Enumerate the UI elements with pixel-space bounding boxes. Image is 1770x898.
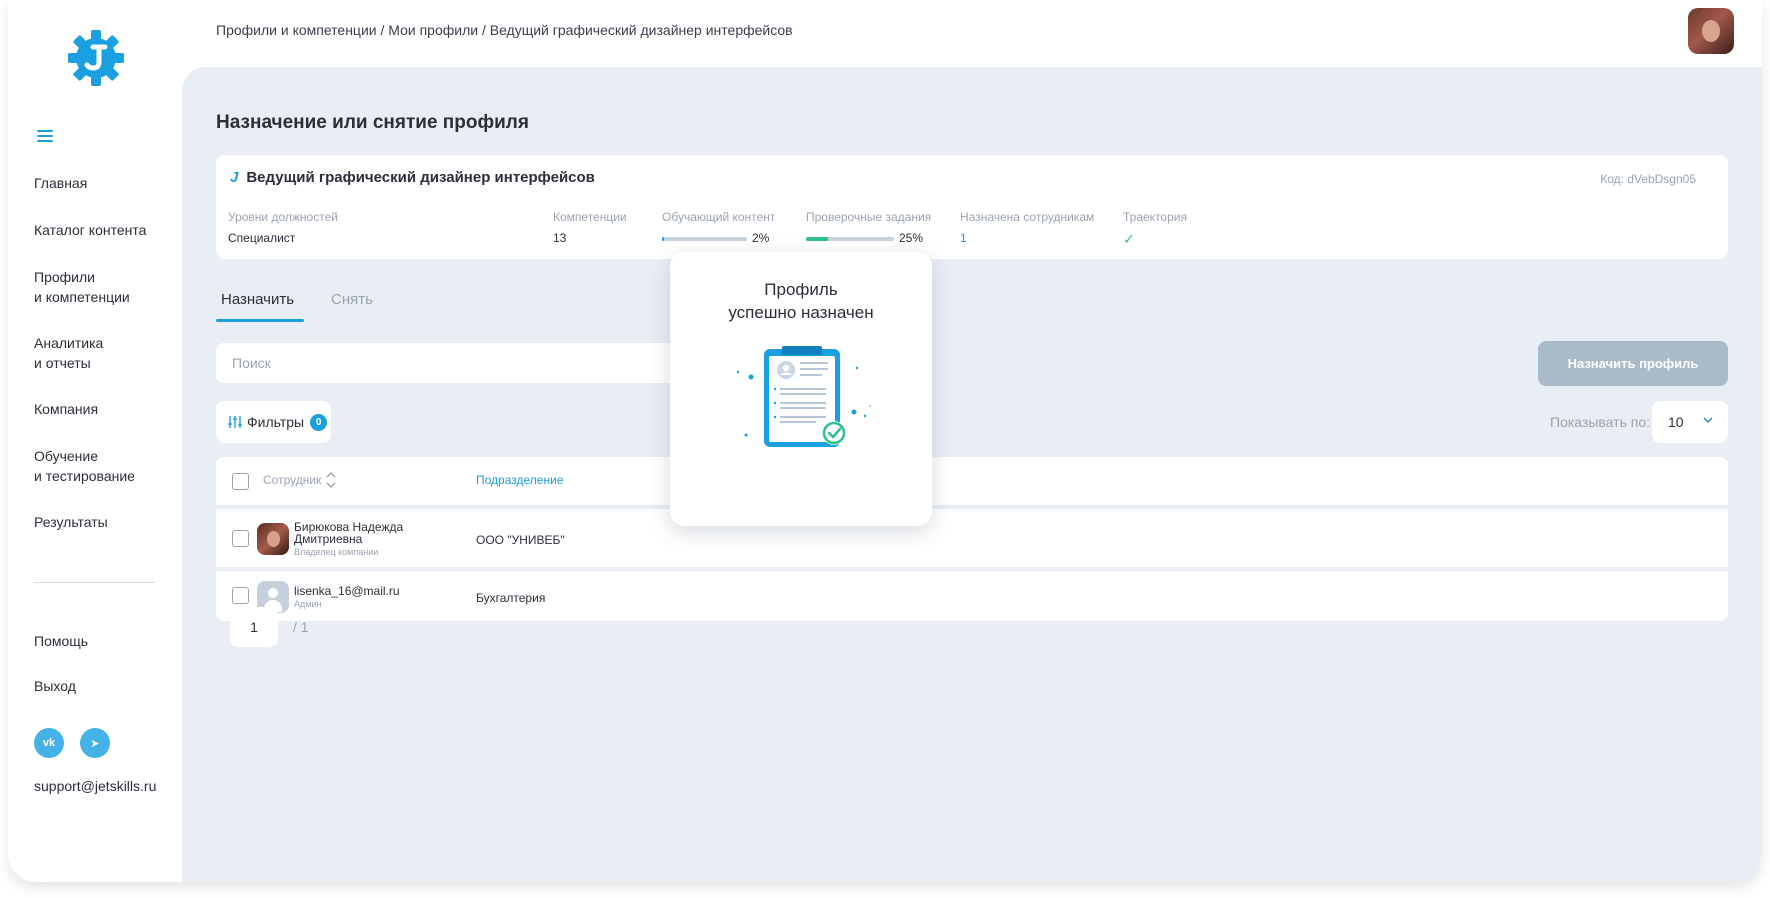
row-checkbox[interactable] — [232, 530, 249, 547]
competencies-value: 13 — [553, 231, 567, 245]
table-row[interactable]: Бирюкова Надежда Дмитриевна Владелец ком… — [216, 509, 1728, 567]
help-link[interactable]: Помощь — [34, 633, 88, 649]
content-progress-fill — [662, 237, 664, 241]
content-progress-bar — [662, 237, 747, 241]
tab-assign[interactable]: Назначить — [221, 291, 294, 308]
tab-remove[interactable]: Снять — [331, 291, 373, 308]
telegram-icon[interactable]: ➤ — [80, 728, 110, 758]
page-size-value: 10 — [1668, 414, 1684, 430]
support-email-link[interactable]: support@jetskills.ru — [34, 778, 156, 794]
page-title: Назначение или снятие профиля — [216, 112, 529, 133]
page-number-input[interactable]: 1 — [230, 607, 278, 647]
user-avatar[interactable] — [1688, 8, 1734, 54]
assigned-count-link[interactable]: 1 — [960, 231, 967, 245]
employee-department: Бухгалтерия — [476, 591, 546, 605]
table-row[interactable]: lisenka_16@mail.ru Админ Бухгалтерия — [216, 571, 1728, 621]
sidebar-item-results[interactable]: Результаты — [34, 512, 108, 532]
content-percent: 2% — [752, 231, 770, 245]
clipboard-success-icon — [736, 346, 871, 447]
employee-role: Админ — [294, 599, 322, 609]
sidebar-item-analytics[interactable]: Аналитика и отчеты — [34, 333, 103, 373]
header-employee[interactable]: Сотрудник — [263, 473, 321, 487]
tasks-progress-fill — [806, 237, 828, 241]
profile-logo-icon: J — [230, 169, 239, 186]
sidebar-item-catalog[interactable]: Каталог контента — [34, 220, 146, 240]
employee-role: Владелец компании — [294, 547, 379, 557]
select-all-checkbox[interactable] — [232, 473, 249, 490]
trajectory-label: Траектория — [1123, 210, 1187, 224]
chevron-down-icon — [1703, 417, 1713, 424]
modal-title: Профиль успешно назначен — [728, 280, 874, 322]
page-size-label: Показывать по: — [1550, 414, 1651, 430]
profile-title: J Ведущий графический дизайнер интерфейс… — [230, 169, 595, 186]
levels-value: Специалист — [228, 231, 296, 245]
page-size-select[interactable]: 10 — [1652, 401, 1728, 443]
sidebar-item-company[interactable]: Компания — [34, 399, 98, 419]
menu-toggle-icon[interactable] — [37, 130, 53, 144]
logout-link[interactable]: Выход — [34, 678, 76, 694]
sidebar-item-profiles[interactable]: Профили и компетенции — [34, 267, 130, 307]
profile-card: J Ведущий графический дизайнер интерфейс… — [216, 155, 1728, 259]
content-label: Обучающий контент — [662, 210, 776, 224]
employee-name: lisenka_16@mail.ru — [294, 584, 400, 598]
sort-icon[interactable] — [326, 471, 336, 489]
assign-profile-button[interactable]: Назначить профиль — [1538, 341, 1728, 386]
table-header: Сотрудник Подразделение — [216, 457, 1728, 505]
page-total: / 1 — [293, 619, 309, 635]
sidebar-divider — [34, 582, 155, 583]
employee-name: Бирюкова Надежда Дмитриевна — [294, 520, 404, 546]
competencies-label: Компетенции — [553, 210, 627, 224]
profile-code: Код: dVebDsgn05 — [1600, 172, 1696, 186]
active-tab-indicator — [216, 319, 304, 322]
sidebar-item-home[interactable]: Главная — [34, 173, 87, 193]
assigned-label: Назначена сотрудникам — [960, 210, 1095, 224]
jetskills-logo[interactable] — [65, 27, 127, 89]
avatar — [257, 523, 289, 555]
filters-label: Фильтры — [247, 414, 305, 430]
header-department[interactable]: Подразделение — [476, 473, 563, 487]
trajectory-check-icon: ✓ — [1123, 231, 1135, 247]
sidebar-item-learning[interactable]: Обучение и тестирование — [34, 446, 135, 486]
row-checkbox[interactable] — [232, 587, 249, 604]
filters-button[interactable]: Фильтры 0 — [216, 401, 331, 443]
filters-icon — [228, 416, 242, 428]
filters-count-badge: 0 — [310, 413, 328, 431]
main-content: Назначение или снятие профиля J Ведущий … — [182, 67, 1762, 882]
tasks-percent: 25% — [899, 231, 924, 245]
sidebar: Главная Каталог контента Профили и компе… — [8, 0, 182, 882]
profile-name: Ведущий графический дизайнер интерфейсов — [246, 169, 595, 186]
success-modal: Профиль успешно назначен — [670, 252, 932, 526]
vk-icon[interactable]: vk — [34, 728, 64, 758]
employee-department: ООО "УНИВЕБ" — [476, 533, 565, 547]
tasks-label: Проверочные задания — [806, 210, 932, 224]
levels-label: Уровни должностей — [228, 210, 338, 224]
breadcrumb[interactable]: Профили и компетенции / Мои профили / Ве… — [216, 22, 793, 38]
app-window: Главная Каталог контента Профили и компе… — [8, 0, 1762, 882]
tasks-progress-bar — [806, 237, 894, 241]
